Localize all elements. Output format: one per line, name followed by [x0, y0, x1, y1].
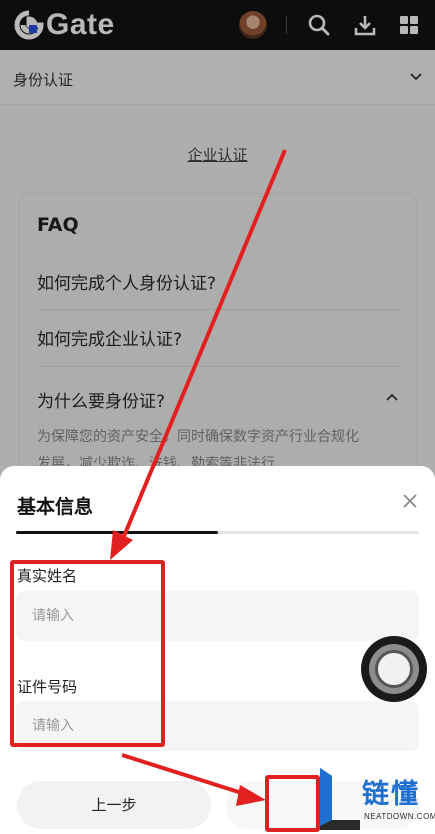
- floating-button-core: [375, 650, 413, 688]
- previous-step-button[interactable]: 上一步: [17, 781, 211, 829]
- watermark: 链懂 NEATDOWN.COM: [318, 766, 435, 834]
- step-progress-fill: [16, 531, 218, 534]
- step-progress-bar: [16, 531, 419, 534]
- close-icon[interactable]: [401, 492, 419, 510]
- annotation-box-fields: [10, 560, 165, 747]
- watermark-subtext: NEATDOWN.COM: [364, 812, 435, 821]
- sheet-title: 基本信息: [17, 496, 94, 518]
- annotation-box-next: [265, 775, 320, 832]
- floating-assist-button[interactable]: [361, 636, 427, 702]
- watermark-text: 链懂: [362, 779, 420, 810]
- watermark-logo-icon: [320, 768, 360, 830]
